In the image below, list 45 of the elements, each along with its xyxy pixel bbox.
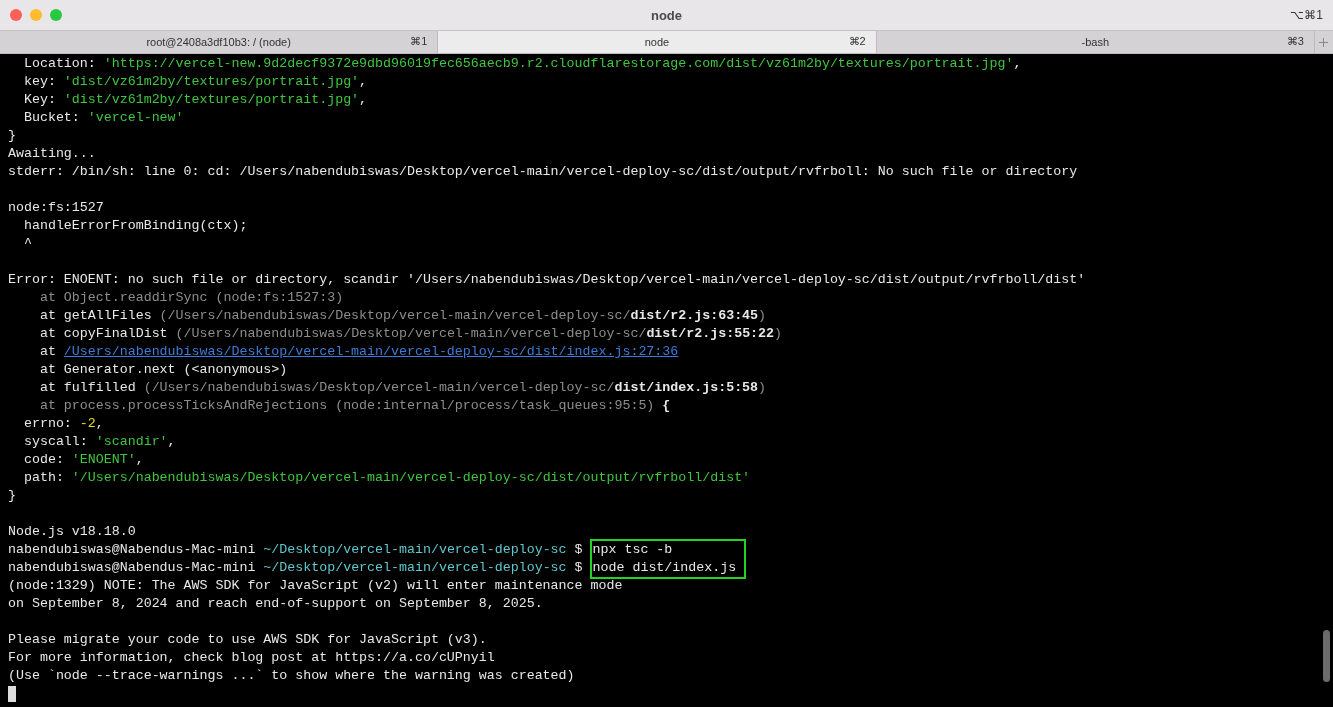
shell-command: npx tsc -b [592, 541, 674, 559]
output-line: Error: ENOENT: no such file or directory, scandir '/Users/nabendubiswas/Desktop/vercel-main/vercel-deploy-sc/dist/output/rvfrboll/dist' [8, 271, 1087, 289]
output-line: syscall: 'scandir', [22, 433, 177, 451]
output-line: Location: 'https://vercel-new.9d2decf9372e9dbd96019fec656aecb9.r2.cloudflarestorage.com/dist/vz61m2by/textures/portrait.jpg', [22, 55, 1023, 73]
tab-shortcut: ⌘2 [848, 35, 866, 48]
output-line: node:fs:1527 [8, 199, 105, 217]
add-tab-icon[interactable] [1319, 37, 1329, 47]
output-line: at getAllFiles (/Users/nabendubiswas/Desktop/vercel-main/vercel-deploy-sc/dist/r2.js:63:45) [38, 307, 768, 325]
close-button[interactable] [10, 9, 22, 21]
output-line: (node:1329) NOTE: The AWS SDK for JavaScript (v2) will enter maintenance mode [8, 577, 624, 595]
output-line: (Use `node --trace-warnings ...` to show where the warning was created) [8, 667, 576, 685]
output-line: } [8, 127, 17, 145]
text-cursor [8, 686, 16, 702]
shell-prompt: nabendubiswas@Nabendus-Mac-mini ~/Desktop/vercel-main/vercel-deploy-sc $ [8, 559, 584, 577]
output-line: errno: -2, [22, 415, 105, 433]
output-line: Awaiting... [8, 145, 97, 163]
output-line: Node.js v18.18.0 [8, 523, 137, 541]
file-link[interactable]: /Users/nabendubiswas/Desktop/vercel-main/vercel-deploy-sc/dist/index.js:27:36 [63, 344, 679, 359]
output-line: Please migrate your code to use AWS SDK for JavaScript (v3). [8, 631, 488, 649]
window-shortcut: ⌥⌘1 [1290, 8, 1323, 22]
output-line: at process.processTicksAndRejections (node:internal/process/task_queues:95:5) { [38, 397, 672, 415]
output-line: } [8, 487, 17, 505]
output-line: Bucket: 'vercel-new' [22, 109, 185, 127]
output-line: at Generator.next (<anonymous>) [38, 361, 289, 379]
output-text: at [38, 344, 57, 359]
output-line: key: 'dist/vz61m2by/textures/portrait.jpg', [22, 73, 369, 91]
tab-shortcut: ⌘3 [1286, 35, 1304, 48]
output-line: For more information, check blog post at https://a.co/cUPnyil [8, 649, 496, 667]
shell-prompt: nabendubiswas@Nabendus-Mac-mini ~/Desktop/vercel-main/vercel-deploy-sc $ [8, 541, 584, 559]
output-line: ^ [22, 235, 33, 253]
output-line: code: 'ENOENT', [22, 451, 145, 469]
output-line: Key: 'dist/vz61m2by/textures/portrait.jpg', [22, 91, 369, 109]
shell-command: node dist/index.js [592, 559, 737, 577]
output-line: on September 8, 2024 and reach end-of-support on September 8, 2025. [8, 595, 544, 613]
output-line: stderr: /bin/sh: line 0: cd: /Users/nabendubiswas/Desktop/vercel-main/vercel-deploy-sc/dist/output/rvfrboll: No such file or directory [8, 163, 1079, 181]
output-line: at Object.readdirSync (node:fs:1527:3) [38, 289, 345, 307]
output-line: at copyFinalDist (/Users/nabendubiswas/Desktop/vercel-main/vercel-deploy-sc/dist/r2.js:55:22) [38, 325, 784, 343]
minimize-button[interactable] [30, 9, 42, 21]
output-line: at fulfilled (/Users/nabendubiswas/Desktop/vercel-main/vercel-deploy-sc/dist/index.js:5:58) [38, 379, 768, 397]
scrollbar-thumb[interactable] [1323, 630, 1330, 682]
output-line: handleErrorFromBinding(ctx); [22, 217, 249, 235]
zoom-button[interactable] [50, 9, 62, 21]
window-title: node [650, 7, 683, 23]
tab-shortcut: ⌘1 [410, 35, 428, 48]
output-line: path: '/Users/nabendubiswas/Desktop/vercel-main/vercel-deploy-sc/dist/output/rvfrboll/dist' [22, 469, 752, 487]
